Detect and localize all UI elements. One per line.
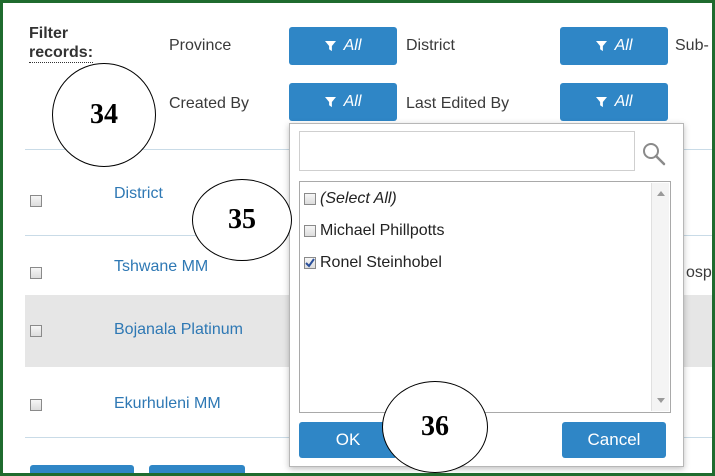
option-michael-phillpotts[interactable]: Michael Phillpotts (304, 222, 445, 240)
row-district[interactable]: Tshwane MM (114, 258, 208, 276)
filter-records-title: Filter records: (29, 24, 94, 63)
funnel-icon (324, 96, 336, 107)
row-district[interactable]: Ekurhuleni MM (114, 395, 221, 413)
callout-36: 36 (382, 381, 488, 473)
popup-scrollbar[interactable] (651, 183, 669, 411)
filter-title-line1: Filter (29, 25, 69, 42)
select-all-rows-checkbox[interactable] (30, 195, 42, 207)
column-header-district[interactable]: District (114, 185, 163, 203)
created-by-filter-button[interactable]: All (289, 83, 397, 121)
funnel-icon (595, 96, 607, 107)
district-filter-button[interactable]: All (560, 27, 668, 65)
option-label: Michael Phillpotts (320, 222, 445, 239)
funnel-icon (595, 40, 607, 51)
row-extra: osp (686, 264, 712, 281)
row-checkbox[interactable] (30, 267, 42, 279)
last-edited-by-filter-value: All (614, 93, 633, 110)
option-checkbox-checked[interactable] (304, 257, 316, 269)
callout-35: 35 (192, 179, 292, 261)
scroll-down-arrow-icon[interactable] (657, 398, 665, 403)
last-edited-by-label: Last Edited By (406, 95, 510, 112)
callout-34: 34 (52, 63, 156, 167)
scroll-up-arrow-icon[interactable] (657, 191, 665, 196)
district-filter-label: District (406, 37, 455, 54)
province-label: Province (169, 37, 232, 54)
popup-search-field[interactable] (304, 132, 628, 170)
option-checkbox[interactable] (304, 193, 316, 205)
popup-options-list[interactable]: (Select All) Michael Phillpotts Ronel St… (299, 181, 671, 413)
subdistrict-filter-label: Sub- (675, 37, 709, 54)
option-ronel-steinhobel[interactable]: Ronel Steinhobel (304, 254, 442, 272)
filter-title-line2: records: (29, 44, 94, 63)
row-checkbox[interactable] (30, 399, 42, 411)
search-icon[interactable] (642, 142, 666, 166)
funnel-icon (324, 40, 336, 51)
checkmark-icon (305, 258, 315, 268)
bottom-action-button[interactable] (30, 465, 134, 473)
popup-search-input[interactable] (299, 131, 635, 171)
bottom-action-button[interactable] (149, 465, 245, 473)
option-label: Ronel Steinhobel (320, 254, 442, 271)
created-by-filter-value: All (343, 93, 362, 110)
option-checkbox[interactable] (304, 225, 316, 237)
row-district[interactable]: Bojanala Platinum (114, 321, 243, 339)
district-filter-value: All (614, 37, 633, 54)
created-by-label: Created By (169, 95, 250, 112)
option-select-all[interactable]: (Select All) (304, 190, 397, 208)
row-checkbox[interactable] (30, 325, 42, 337)
screenshot-frame: Filter records: Province All District Al… (0, 0, 715, 476)
province-filter-button[interactable]: All (289, 27, 397, 65)
last-edited-by-filter-button[interactable]: All (560, 83, 668, 121)
province-filter-value: All (343, 37, 362, 54)
cancel-button[interactable]: Cancel (562, 422, 666, 458)
option-label: (Select All) (320, 190, 397, 207)
